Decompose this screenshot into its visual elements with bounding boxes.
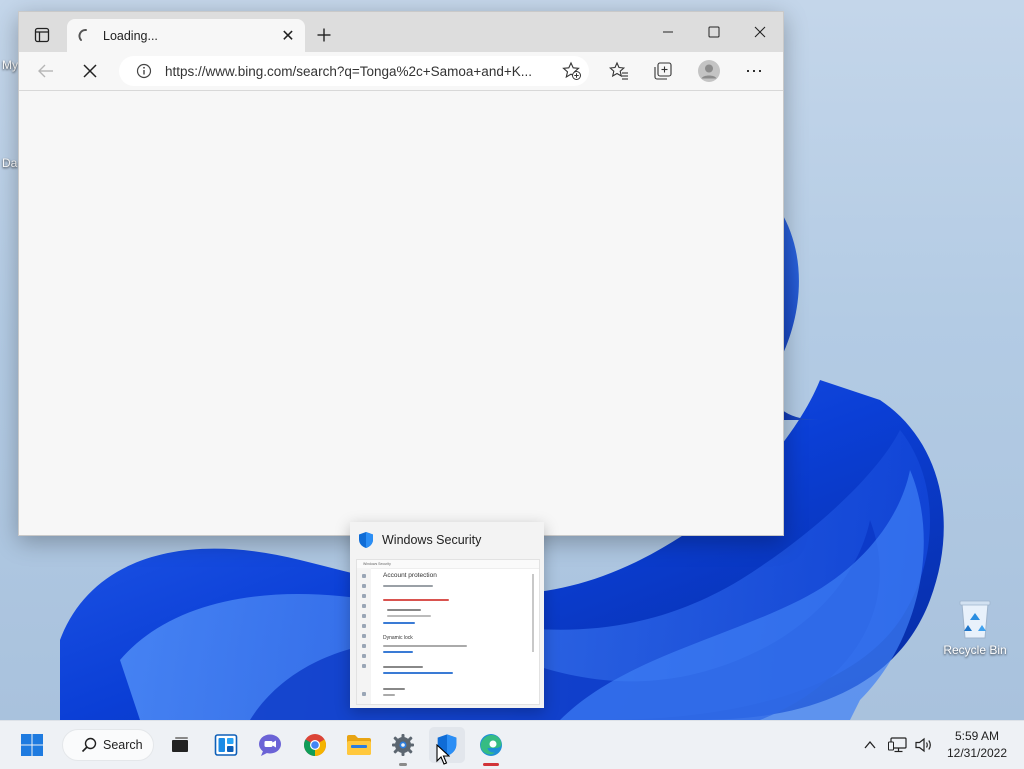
new-tab-button[interactable]: [311, 22, 337, 48]
widgets-button[interactable]: [208, 727, 244, 763]
mouse-cursor-icon: [436, 744, 450, 765]
more-icon: ⋯: [745, 60, 763, 81]
thumbnail-heading: Account protection: [383, 572, 437, 579]
task-view-button[interactable]: [162, 727, 198, 763]
file-explorer-button[interactable]: [341, 727, 377, 763]
start-button[interactable]: [14, 727, 50, 763]
site-info-button[interactable]: [129, 63, 159, 79]
desktop-icon-label-cut[interactable]: Da: [2, 156, 17, 170]
stop-loading-button[interactable]: [75, 56, 105, 86]
maximize-icon: [708, 26, 720, 38]
edge-button[interactable]: [473, 727, 509, 763]
taskbar-thumbnail-windows-security[interactable]: Windows Security Windows Security Accoun…: [350, 522, 544, 708]
edge-icon: [480, 734, 502, 756]
favorites-list-icon: [609, 61, 628, 80]
minimize-icon: [663, 31, 673, 33]
windows-logo-icon: [21, 734, 43, 756]
url-text[interactable]: https://www.bing.com/search?q=Tonga%2c+S…: [165, 64, 557, 79]
thumbnail-title: Windows Security: [382, 533, 482, 547]
widgets-icon: [214, 734, 238, 756]
clock-date: 12/31/2022: [946, 746, 1008, 760]
settings-menu-button[interactable]: ⋯: [739, 56, 769, 86]
gear-icon: [392, 734, 414, 756]
search-icon: [81, 737, 97, 753]
close-icon: [83, 64, 97, 78]
maximize-button[interactable]: [691, 12, 737, 52]
collections-button[interactable]: [648, 56, 678, 86]
taskbar-search-button[interactable]: Search: [62, 729, 154, 761]
teams-chat-button[interactable]: [252, 727, 288, 763]
thumbnail-section-dynamic-lock: Dynamic lock: [383, 635, 413, 641]
profile-button[interactable]: [694, 56, 724, 86]
volume-tray-button[interactable]: [912, 733, 936, 757]
tab-actions-button[interactable]: [29, 22, 55, 48]
info-icon: [136, 63, 152, 79]
thumbnail-window-title: Windows Security: [363, 562, 391, 566]
settings-button[interactable]: [385, 727, 421, 763]
show-hidden-icons-button[interactable]: [858, 733, 882, 757]
browser-window: Loading... ✕ https://www.bing.com/search…: [18, 11, 784, 536]
recycle-bin-icon: [959, 600, 991, 639]
chevron-up-icon: [864, 740, 876, 749]
folder-icon: [347, 735, 371, 755]
desktop-icon-recycle-bin[interactable]: Recycle Bin: [940, 598, 1010, 657]
add-favorite-button[interactable]: [557, 61, 587, 81]
page-content-area[interactable]: [19, 91, 783, 535]
settings-running-indicator: [399, 763, 407, 766]
loading-spinner-icon: [78, 28, 87, 41]
chat-icon: [259, 734, 281, 756]
edge-active-indicator: [483, 763, 499, 766]
close-icon: ✕: [281, 27, 295, 45]
browser-tab-active[interactable]: Loading... ✕: [67, 19, 305, 52]
minimize-button[interactable]: [645, 12, 691, 52]
tab-actions-icon: [34, 27, 50, 43]
star-add-icon: [562, 61, 581, 80]
collections-icon: [654, 62, 672, 80]
tab-close-button[interactable]: ✕: [277, 25, 299, 47]
task-view-icon: [172, 737, 188, 752]
close-icon: [754, 26, 766, 38]
network-icon: [888, 737, 907, 753]
taskbar-clock[interactable]: 5:59 AM 12/31/2022: [940, 728, 1014, 762]
desktop-icon-label-cut[interactable]: My: [2, 58, 18, 72]
recycle-bin-label: Recycle Bin: [943, 643, 1007, 657]
speaker-icon: [915, 737, 931, 753]
back-button[interactable]: [31, 56, 61, 86]
title-bar[interactable]: Loading... ✕: [19, 12, 783, 52]
browser-toolbar: https://www.bing.com/search?q=Tonga%2c+S…: [19, 52, 783, 91]
clock-time: 5:59 AM: [954, 729, 1000, 743]
chrome-icon: [304, 734, 326, 756]
favorites-button[interactable]: [604, 56, 634, 86]
avatar-icon: [698, 60, 720, 82]
tab-title: Loading...: [103, 28, 158, 43]
window-close-button[interactable]: [737, 12, 783, 52]
search-label: Search: [103, 738, 143, 752]
shield-icon: [359, 532, 373, 548]
arrow-left-icon: [38, 64, 53, 78]
network-tray-button[interactable]: [886, 733, 910, 757]
address-bar[interactable]: https://www.bing.com/search?q=Tonga%2c+S…: [119, 56, 589, 86]
plus-icon: [317, 28, 331, 42]
taskbar: Search 5:59 AM 12/31/2022: [0, 720, 1024, 769]
thumbnail-image: Windows Security Account protection Dyna…: [356, 559, 540, 705]
chrome-button[interactable]: [297, 727, 333, 763]
